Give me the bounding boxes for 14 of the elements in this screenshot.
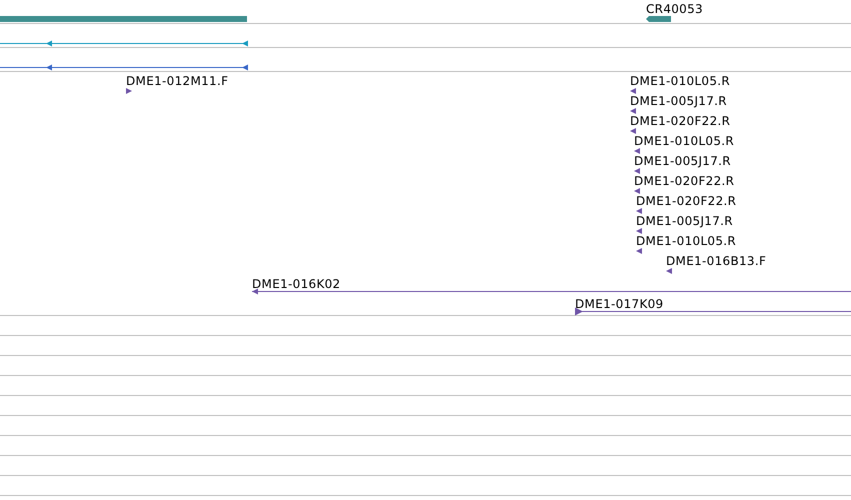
feature-label: DME1-020F22.R	[636, 194, 736, 208]
feature-label: DME1-010L05.R	[630, 74, 730, 88]
feature-label: DME1-005J17.R	[630, 94, 727, 108]
feature-label: DME1-017K09	[575, 297, 664, 311]
feature-label: DME1-010L05.R	[634, 134, 734, 148]
feature-label: DME1-016K02	[252, 277, 340, 291]
feature-label: DME1-016B13.F	[666, 254, 766, 268]
feature-label: DME1-012M11.F	[126, 74, 228, 88]
feature-label: DME1-005J17.R	[634, 154, 731, 168]
feature-label: DME1-020F22.R	[634, 174, 734, 188]
feature-label: CR40053	[646, 2, 703, 16]
feature-label: DME1-020F22.R	[630, 114, 730, 128]
feature-label: DME1-005J17.R	[636, 214, 733, 228]
feature-label: DME1-010L05.R	[636, 234, 736, 248]
